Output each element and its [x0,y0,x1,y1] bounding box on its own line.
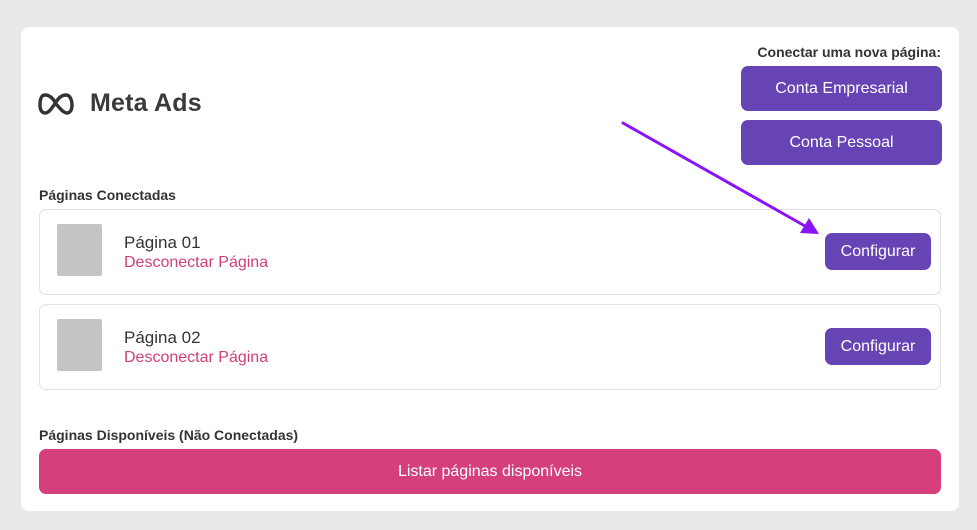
page-thumbnail [57,224,102,276]
meta-infinity-icon [38,92,74,116]
list-available-pages-button[interactable]: Listar páginas disponíveis [39,449,941,494]
brand-header: Meta Ads [38,89,202,118]
page-thumbnail [57,319,102,371]
meta-ads-card: Meta Ads Conectar uma nova página: Conta… [21,27,959,511]
page-name: Página 02 [124,328,201,347]
connected-pages-title: Páginas Conectadas [39,187,176,203]
page-name: Página 01 [124,233,201,252]
disconnect-page-link[interactable]: Desconectar Página [124,254,268,272]
business-account-button[interactable]: Conta Empresarial [741,66,942,111]
connected-page-row: Página 02 Desconectar Página Configurar [39,304,941,390]
connected-page-row: Página 01 Desconectar Página Configurar [39,209,941,295]
connect-new-page: Conectar uma nova página: Conta Empresar… [741,44,942,165]
available-pages-title: Páginas Disponíveis (Não Conectadas) [39,427,299,443]
disconnect-page-link[interactable]: Desconectar Página [124,349,268,367]
configure-button[interactable]: Configurar [825,233,931,270]
connect-label: Conectar uma nova página: [757,44,941,60]
page-title: Meta Ads [90,89,202,117]
configure-button[interactable]: Configurar [825,328,931,365]
personal-account-button[interactable]: Conta Pessoal [741,120,942,165]
